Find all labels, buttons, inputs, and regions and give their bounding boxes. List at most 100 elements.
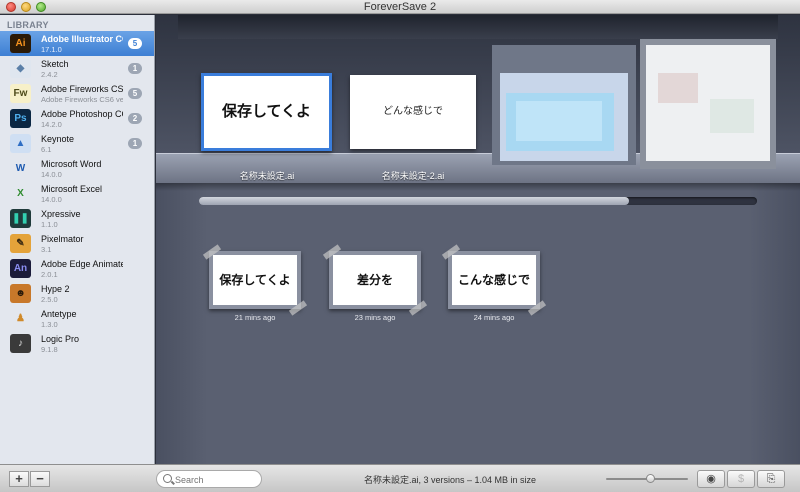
app-version: Adobe Fireworks CS6 version 12.0.0 <box>41 95 123 104</box>
version-card[interactable]: こんな感じで <box>441 244 547 316</box>
revert-button[interactable]: $ <box>727 470 755 488</box>
app-version: 1.1.0 <box>41 220 58 229</box>
search-icon <box>163 474 172 483</box>
app-name: Pixelmator <box>41 234 84 244</box>
thumbnail-text: 保存してくよ <box>221 103 312 120</box>
version-count-badge: 2 <box>128 113 142 124</box>
library-sidebar: LIBRARY Ai Adobe Illustrator CC 17.1.0 5 ◆ Sk… <box>0 15 155 464</box>
version-count-badge: 5 <box>128 88 142 99</box>
sidebar-app-item[interactable]: Ai Adobe Illustrator CC 17.1.0 5 <box>0 31 154 56</box>
sidebar-app-item[interactable]: ♟ Antetype 1.3.0 <box>0 306 154 331</box>
app-name: Adobe Illustrator CC <box>41 34 123 44</box>
add-app-button[interactable]: + <box>9 471 29 487</box>
app-name: Xpressive <box>41 209 81 219</box>
app-version: 2.0.1 <box>41 270 58 279</box>
app-icon: ◆ <box>10 59 31 78</box>
file-thumbnail-selected[interactable]: 保存してくよ <box>201 73 332 151</box>
zoom-slider-knob[interactable] <box>646 474 656 483</box>
app-list: Ai Adobe Illustrator CC 17.1.0 5 ◆ Sketch 2.4.… <box>0 31 154 356</box>
app-icon: X <box>10 184 31 203</box>
app-version: 9.1.8 <box>41 345 58 354</box>
app-version: 17.1.0 <box>41 45 62 54</box>
app-name: Adobe Fireworks CS6 <box>41 84 123 94</box>
library-header: LIBRARY <box>7 20 49 30</box>
version-text: 差分を <box>356 273 393 287</box>
version-card[interactable]: 保存してくよ <box>202 244 308 316</box>
blurred-file-thumbnail[interactable] <box>492 45 636 165</box>
remove-app-button[interactable]: − <box>30 471 50 487</box>
shelf-shadow <box>156 183 800 191</box>
main-area: 保存してくよ どんな感じで 名称未設定.ai 名称未設定-2.ai 保存してくよ… <box>156 15 800 464</box>
app-icon: ♟ <box>10 309 31 328</box>
export-button[interactable]: ⎘ <box>757 470 785 488</box>
tape <box>441 244 461 260</box>
zoom-slider[interactable] <box>606 474 688 483</box>
bottom-toolbar: + − 名称未設定.ai, 3 versions – 1.04 MB in si… <box>0 464 800 492</box>
version-progress-bar <box>199 197 757 205</box>
progress-fill <box>199 197 629 205</box>
sidebar-app-item[interactable]: Ps Adobe Photoshop CC 14.2.0 2 <box>0 106 154 131</box>
tape <box>322 244 342 260</box>
sidebar-app-item[interactable]: ◆ Sketch 2.4.2 1 <box>0 56 154 81</box>
app-icon: ✎ <box>10 234 31 253</box>
sidebar-app-item[interactable]: Fw Adobe Fireworks CS6 Adobe Fireworks CS6… <box>0 81 154 106</box>
window-title: ForeverSave 2 <box>363 1 437 13</box>
tape <box>202 244 222 260</box>
app-name: Antetype <box>41 309 77 319</box>
app-version: 14.2.0 <box>41 120 62 129</box>
app-version: 1.3.0 <box>41 320 58 329</box>
app-name: Adobe Photoshop CC <box>41 109 123 119</box>
app-icon: W <box>10 159 31 178</box>
version-text: 保存してくよ <box>219 273 291 287</box>
sidebar-app-item[interactable]: X Microsoft Excel 14.0.0 <box>0 181 154 206</box>
app-version: 14.0.0 <box>41 195 62 204</box>
preview-button[interactable]: ◉ <box>697 470 725 488</box>
app-version: 3.1 <box>41 245 52 254</box>
sidebar-app-item[interactable]: ▲ Keynote 6.1 1 <box>0 131 154 156</box>
version-card[interactable]: 差分を <box>322 244 428 316</box>
shelf-top <box>178 15 778 39</box>
search-field[interactable] <box>156 470 262 488</box>
app-version: 6.1 <box>41 145 52 154</box>
app-icon: Ps <box>10 109 31 128</box>
version-time: 24 mins ago <box>473 313 515 322</box>
version-text: こんな感じで <box>457 273 530 287</box>
sidebar-app-item[interactable]: ❚❚ Xpressive 1.1.0 <box>0 206 154 231</box>
version-count-badge: 1 <box>128 138 142 149</box>
file-label: 名称未設定.ai <box>239 171 295 181</box>
version-time: 23 mins ago <box>354 313 396 322</box>
app-name: Keynote <box>41 134 75 144</box>
app-name: Microsoft Excel <box>41 184 103 194</box>
app-name: Logic Pro <box>41 334 80 344</box>
version-count-badge: 5 <box>128 38 142 49</box>
app-version: 2.5.0 <box>41 295 58 304</box>
blurred-file-thumbnail[interactable] <box>640 39 776 169</box>
app-name: Adobe Edge Animate <box>41 259 123 269</box>
eye-icon: ◉ <box>706 473 716 485</box>
version-time: 21 mins ago <box>234 313 276 322</box>
sidebar-app-item[interactable]: ♪ Logic Pro 9.1.8 <box>0 331 154 356</box>
sidebar-app-item[interactable]: An Adobe Edge Animate 2.0.1 <box>0 256 154 281</box>
app-icon: ♪ <box>10 334 31 353</box>
app-name: Hype 2 <box>41 284 70 294</box>
app-version: 2.4.2 <box>41 70 58 79</box>
document-icon: ⎘ <box>766 473 776 485</box>
version-count-badge: 1 <box>128 63 142 74</box>
app-name: Sketch <box>41 59 69 69</box>
title-bar: ForeverSave 2 <box>0 0 800 14</box>
app-name: Microsoft Word <box>41 159 102 169</box>
sidebar-app-item[interactable]: W Microsoft Word 14.0.0 <box>0 156 154 181</box>
sidebar-app-item[interactable]: ☻ Hype 2 2.5.0 <box>0 281 154 306</box>
app-icon: Fw <box>10 84 31 103</box>
file-label: 名称未設定-2.ai <box>381 171 445 181</box>
status-text: 名称未設定.ai, 3 versions – 1.04 MB in size <box>363 475 537 485</box>
app-icon: An <box>10 259 31 278</box>
sidebar-app-item[interactable]: ✎ Pixelmator 3.1 <box>0 231 154 256</box>
app-version: 14.0.0 <box>41 170 62 179</box>
search-input[interactable] <box>175 473 255 486</box>
app-icon: Ai <box>10 34 31 53</box>
app-icon: ▲ <box>10 134 31 153</box>
app-icon: ☻ <box>10 284 31 303</box>
file-thumbnail[interactable]: どんな感じで <box>350 75 476 149</box>
dollar-icon: $ <box>737 473 745 485</box>
